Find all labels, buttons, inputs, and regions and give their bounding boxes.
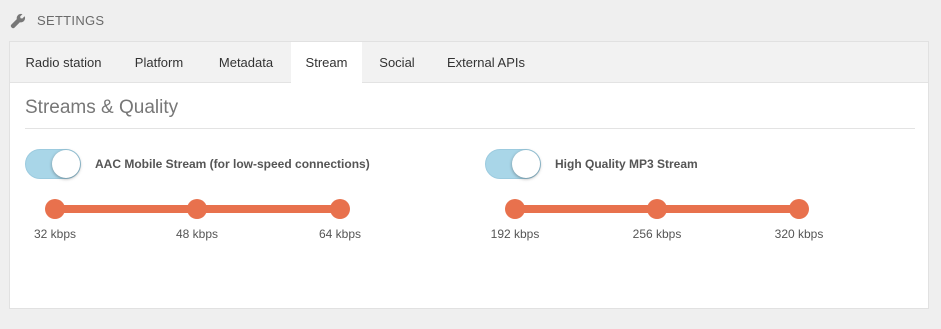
mp3-bitrate-label-192: 192 kbps (490, 227, 540, 241)
mp3-bitrate-option-192[interactable] (505, 199, 525, 219)
mp3-bitrate-label-256: 256 kbps (632, 227, 682, 241)
settings-tabs: Radio station Platform Metadata Stream S… (10, 42, 928, 83)
page-header: SETTINGS (0, 0, 941, 42)
tab-stream[interactable]: Stream (291, 42, 362, 83)
aac-stream-toggle[interactable] (25, 149, 81, 179)
aac-bitrate-label-32: 32 kbps (33, 227, 77, 241)
aac-stream-label: AAC Mobile Stream (for low-speed connect… (95, 157, 370, 171)
aac-bitrate-option-64[interactable] (330, 199, 350, 219)
section-title: Streams & Quality (25, 97, 179, 118)
mp3-bitrate-option-256[interactable] (647, 199, 667, 219)
mp3-stream-label: High Quality MP3 Stream (555, 157, 698, 171)
mp3-bitrate-label-320: 320 kbps (774, 227, 824, 241)
aac-bitrate-label-64: 64 kbps (318, 227, 362, 241)
tab-external-apis[interactable]: External APIs (432, 42, 540, 82)
mp3-stream-toggle[interactable] (485, 149, 541, 179)
aac-bitrate-label-48: 48 kbps (175, 227, 219, 241)
toggle-knob (512, 150, 540, 178)
settings-panel: Radio station Platform Metadata Stream S… (9, 41, 929, 309)
tab-metadata[interactable]: Metadata (201, 42, 291, 82)
page-title: SETTINGS (37, 13, 105, 28)
aac-bitrate-option-32[interactable] (45, 199, 65, 219)
tab-radio-station[interactable]: Radio station (10, 42, 117, 82)
section-divider (25, 128, 915, 129)
toggle-knob (52, 150, 80, 178)
mp3-bitrate-option-320[interactable] (789, 199, 809, 219)
aac-bitrate-option-48[interactable] (187, 199, 207, 219)
tab-social[interactable]: Social (362, 42, 432, 82)
wrench-icon (10, 13, 26, 29)
tab-platform[interactable]: Platform (117, 42, 201, 82)
